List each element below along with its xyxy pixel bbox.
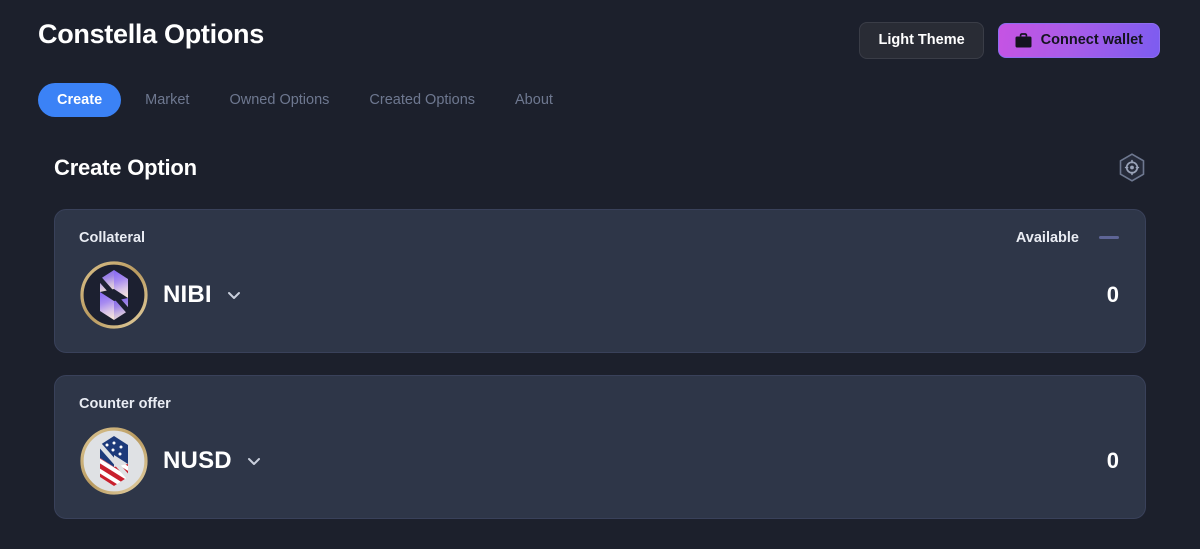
hexagon-gear-icon[interactable] — [1118, 152, 1146, 183]
briefcase-icon — [1015, 32, 1032, 48]
tab-market[interactable]: Market — [129, 83, 205, 117]
main-tabs: Create Market Owned Options Created Opti… — [0, 59, 1200, 117]
collateral-amount[interactable]: 0 — [1107, 282, 1119, 308]
create-option-title: Create Option — [54, 154, 197, 180]
tab-about[interactable]: About — [499, 83, 569, 117]
tab-create[interactable]: Create — [38, 82, 122, 117]
create-option-cards: Collateral Available NIBI 0 Counter offe… — [0, 183, 1200, 519]
collateral-card-header: Collateral Available — [79, 230, 1119, 246]
counter-offer-token-selector[interactable]: NUSD — [79, 426, 264, 496]
available-value-dash — [1099, 236, 1119, 239]
connect-wallet-label: Connect wallet — [1040, 32, 1143, 48]
counter-offer-card-header: Counter offer — [79, 396, 1119, 412]
available-group: Available — [1016, 230, 1119, 246]
light-theme-button[interactable]: Light Theme — [859, 22, 984, 59]
page-title: Constella Options — [38, 19, 264, 49]
nusd-logo-icon — [79, 426, 149, 496]
header-actions: Light Theme Connect wallet — [859, 18, 1160, 59]
counter-offer-card: Counter offer NUSD 0 — [54, 374, 1146, 519]
counter-offer-token-name: NUSD — [163, 446, 232, 474]
tab-created-options[interactable]: Created Options — [353, 83, 491, 117]
section-header: Create Option — [0, 117, 1200, 183]
collateral-token-name: NIBI — [163, 280, 212, 308]
counter-offer-card-body: NUSD 0 — [79, 426, 1119, 496]
tab-owned-options[interactable]: Owned Options — [213, 83, 345, 117]
chevron-down-icon[interactable] — [224, 285, 244, 305]
counter-offer-amount[interactable]: 0 — [1107, 448, 1119, 474]
collateral-card: Collateral Available NIBI 0 — [54, 208, 1146, 353]
collateral-token-selector[interactable]: NIBI — [79, 260, 244, 330]
collateral-label: Collateral — [79, 229, 146, 246]
app-header: Constella Options Light Theme Connect wa… — [0, 0, 1200, 59]
nibi-logo-icon — [79, 260, 149, 330]
counter-offer-label: Counter offer — [79, 395, 171, 412]
collateral-card-body: NIBI 0 — [79, 260, 1119, 330]
available-label: Available — [1015, 229, 1079, 246]
connect-wallet-button[interactable]: Connect wallet — [997, 22, 1160, 58]
chevron-down-icon[interactable] — [244, 451, 264, 471]
